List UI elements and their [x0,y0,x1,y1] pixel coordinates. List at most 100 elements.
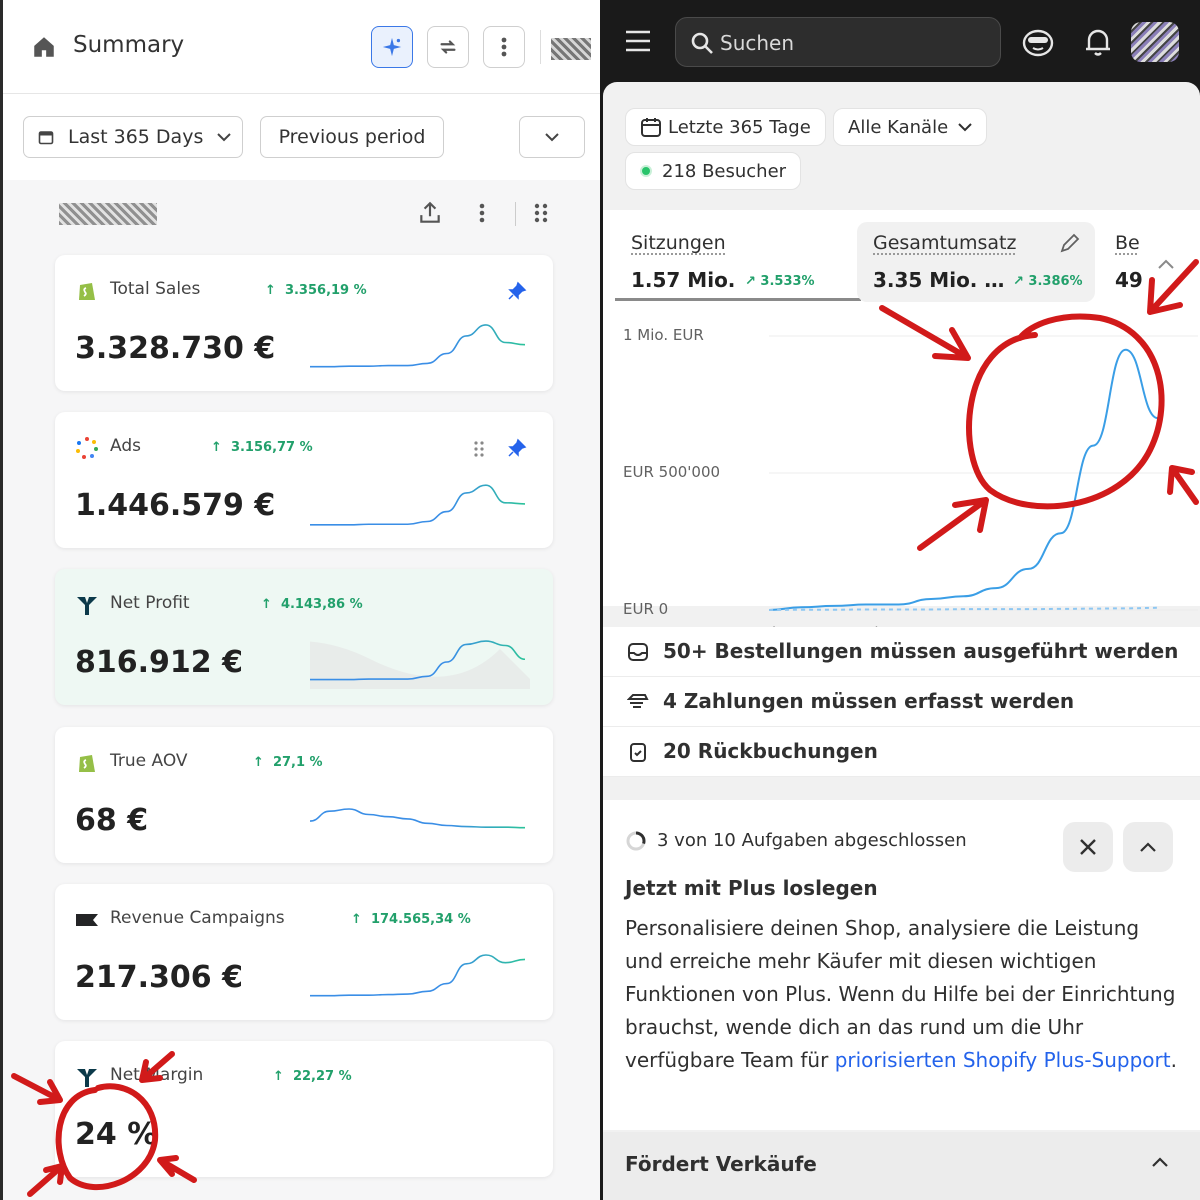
metric-label: Revenue Campaigns [110,908,285,928]
sparkle-icon [382,37,402,57]
ads-multi-dot-icon [75,436,99,460]
hamburger-menu-icon[interactable] [625,30,651,52]
chevron-up-icon [1140,842,1156,852]
metric-delta: ↑ 3.356,19 % [265,283,367,298]
analytics-home-content: Letzte 365 Tage Alle Kanäle 218 Besucher… [603,82,1200,1200]
calendar-icon [641,118,661,137]
redacted-account-avatar[interactable] [551,38,591,60]
share-upload-icon[interactable] [417,200,443,226]
live-visitors-pill[interactable]: 218 Besucher [625,152,802,190]
triple-whale-icon [75,1065,99,1089]
y-tick-label: EUR 500'000 [623,463,721,481]
metric-delta: ↑ 3.156,77 % [211,440,313,455]
task-payments-to-capture[interactable]: 4 Zahlungen müssen erfasst werden [603,677,1200,727]
bell-notification-icon[interactable] [1084,26,1112,58]
task-orders-text: 50+ Bestellungen müssen ausgeführt werde… [663,639,1179,663]
plus-support-link[interactable]: priorisierten Shopify Plus-Support [835,1048,1171,1072]
metric-label: Total Sales [110,279,201,299]
chevron-down-icon [217,132,232,141]
section-kebab-icon[interactable] [479,200,485,226]
metric-label: Net Profit [110,593,190,613]
plus-heading: Jetzt mit Plus loslegen [625,876,878,900]
pin-icon[interactable] [507,438,527,458]
plus-description-end: . [1170,1048,1177,1072]
metric-delta-text: 174.565,34 % [370,912,471,927]
refresh-button[interactable] [427,26,469,68]
metric-delta: ↑ 4.143,86 % [261,597,363,612]
collapse-button[interactable] [1123,822,1173,872]
metric-value: 1.446.579 € [75,488,276,523]
search-input[interactable]: Suchen [675,17,1001,67]
page-title: Summary [73,32,185,58]
refresh-icon [440,40,456,54]
plus-onboarding-card: 3 von 10 Aufgaben abgeschlossen Jetzt mi… [603,800,1200,1130]
dismiss-button[interactable] [1063,822,1113,872]
chevron-down-icon [958,122,972,131]
drag-grip-icon[interactable] [533,200,549,226]
task-chargebacks-text: 20 Rückbuchungen [663,739,878,763]
metric-card-net-margin[interactable]: Net Margin ↑ 22,27 % 24 % [55,1041,553,1177]
sparkline [310,324,526,368]
tab-sessions-delta-text: 3.533% [760,274,815,289]
redacted-user-avatar[interactable] [1131,22,1179,62]
tab-sessions-delta: ↗ 3.533% [745,274,815,289]
promote-sales-section[interactable]: Fördert Verkäufe [603,1132,1200,1200]
tab-total-sales[interactable]: Gesamtumsatz 3.35 Mio. … ↗ 3.386% [857,222,1095,302]
metric-delta-text: 3.156,77 % [230,440,313,455]
date-range-pill[interactable]: Letzte 365 Tage [625,108,826,146]
metric-card-revenue-campaigns[interactable]: Revenue Campaigns ↑ 174.565,34 % 217.306 € [55,884,553,1020]
ai-sparkle-button[interactable] [371,26,413,68]
metric-label: True AOV [110,751,188,771]
edit-pencil-icon[interactable] [1059,232,1081,254]
section-divider [515,202,516,226]
sparkline-line [310,324,526,368]
extra-filter-dropdown[interactable] [519,116,585,158]
metric-card-net-profit[interactable]: Net Profit ↑ 4.143,86 % 816.912 € [55,569,553,705]
sparkline-line [310,484,526,526]
date-range-label: Last 365 Days [68,126,204,148]
sales-analytics-card: Sitzungen 1.57 Mio. ↗ 3.533% Gesamtumsat… [603,210,1200,663]
metric-delta-text: 27,1 % [272,755,323,770]
active-tab-underline [615,298,861,301]
compare-period-button[interactable]: Previous period [260,116,444,158]
metric-delta-text: 22,27 % [292,1069,352,1084]
y-tick-label: EUR 0 [623,600,669,618]
metric-label: Ads [110,436,141,456]
redacted-section-title [59,203,157,225]
sparkline [310,484,526,526]
metric-value: 24 % [75,1117,158,1152]
search-icon [691,32,713,54]
kebab-icon [501,37,507,57]
inbox-icon [628,643,648,661]
close-icon [1080,839,1096,855]
drag-grip-icon[interactable] [473,440,485,458]
metric-card-ads[interactable]: Ads ↑ 3.156,77 % 1.446.579 € [55,412,553,548]
progress-ring-icon [626,831,646,851]
shopify-icon [75,279,99,303]
metric-delta: ↑ 22,27 % [273,1069,352,1084]
metric-card-true-aov[interactable]: True AOV ↑ 27,1 % 68 € [55,727,553,863]
tab-orders-partial[interactable]: Be 49 [1099,222,1200,302]
home-icon[interactable] [31,34,57,60]
clipboard-icon [630,743,646,762]
channel-filter-pill[interactable]: Alle Kanäle [833,108,988,146]
metric-delta: ↑ 174.565,34 % [351,912,471,927]
chevron-up-icon[interactable] [1157,258,1175,270]
pending-tasks-list: 50+ Bestellungen müssen ausgeführt werde… [603,627,1200,777]
chevron-up-icon[interactable] [1151,1156,1169,1168]
triple-whale-icon [75,593,99,617]
date-range-dropdown[interactable]: Last 365 Days [23,116,243,158]
tab-orders-value: 49 [1115,268,1143,292]
sparkline-line [310,954,526,997]
more-options-button[interactable] [483,26,525,68]
sidekick-assistant-icon[interactable] [1021,26,1055,58]
metric-value: 816.912 € [75,645,243,680]
task-orders-to-fulfill[interactable]: 50+ Bestellungen müssen ausgeführt werde… [603,627,1200,677]
live-visitors-label: 218 Besucher [662,160,787,182]
metric-delta: ↑ 27,1 % [253,755,323,770]
tab-sessions[interactable]: Sitzungen 1.57 Mio. ↗ 3.533% [615,222,861,302]
pin-icon[interactable] [507,281,527,301]
search-placeholder: Suchen [720,31,795,55]
metric-card-total-sales[interactable]: Total Sales ↑ 3.356,19 % 3.328.730 € [55,255,553,391]
task-chargebacks[interactable]: 20 Rückbuchungen [603,727,1200,777]
